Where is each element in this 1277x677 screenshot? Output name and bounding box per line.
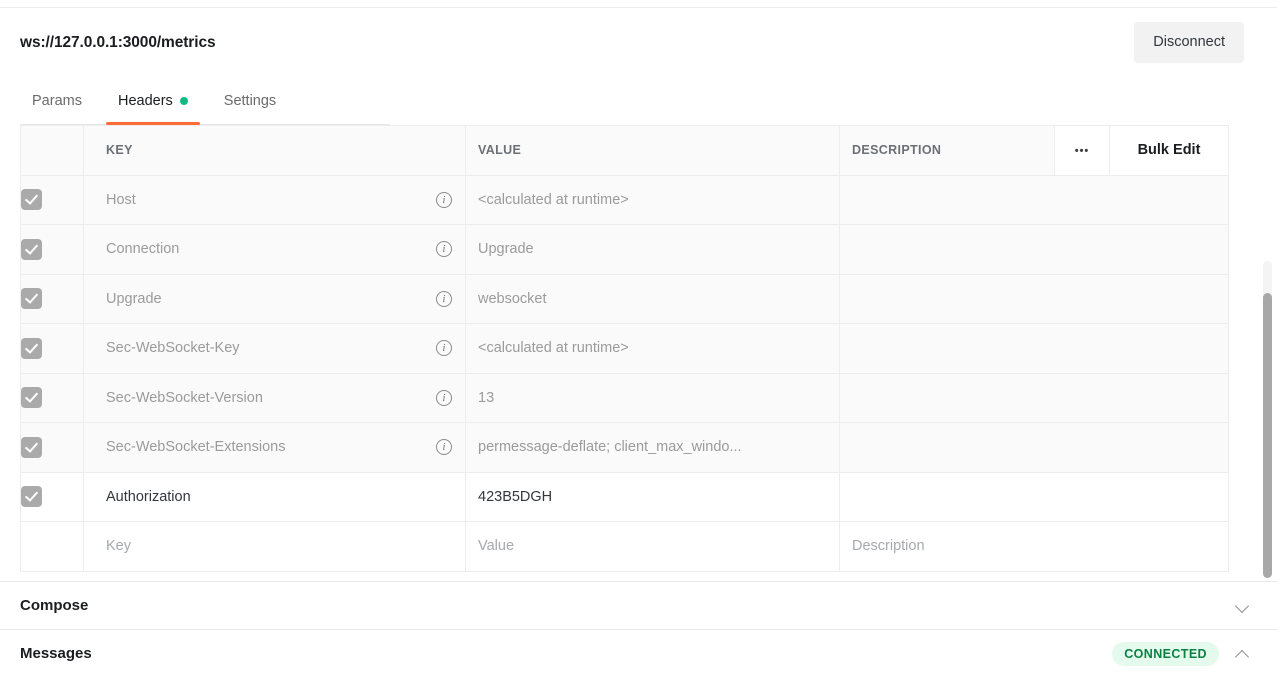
row-value-cell[interactable]: <calculated at runtime> bbox=[465, 323, 840, 374]
disconnect-button[interactable]: Disconnect bbox=[1134, 22, 1244, 63]
request-tabs: Params Headers Settings bbox=[0, 77, 1277, 125]
row-checkbox-cell[interactable] bbox=[20, 273, 84, 324]
row-key-text: Sec-WebSocket-Extensions bbox=[106, 439, 286, 456]
checkbox-checked-icon[interactable] bbox=[21, 486, 42, 508]
row-description-cell[interactable] bbox=[839, 224, 1229, 275]
row-key-text: Sec-WebSocket-Key bbox=[106, 340, 240, 357]
chevron-up-icon[interactable] bbox=[1235, 646, 1251, 662]
row-value-cell[interactable]: 423B5DGH bbox=[465, 471, 840, 522]
row-description-cell[interactable] bbox=[839, 471, 1229, 522]
tab-params[interactable]: Params bbox=[20, 77, 94, 125]
tab-headers[interactable]: Headers bbox=[105, 77, 200, 125]
tab-settings-label: Settings bbox=[223, 93, 277, 109]
info-icon[interactable]: i bbox=[436, 191, 452, 208]
header-value-col: VALUE bbox=[465, 125, 840, 176]
row-value-cell[interactable]: <calculated at runtime> bbox=[465, 174, 840, 225]
scrollbar-thumb[interactable] bbox=[1263, 293, 1272, 578]
checkbox-checked-icon[interactable] bbox=[21, 337, 42, 359]
compose-panel[interactable]: Compose bbox=[0, 581, 1277, 629]
tab-params-label: Params bbox=[32, 93, 82, 109]
messages-title: Messages bbox=[20, 645, 92, 662]
connection-status-badge: CONNECTED bbox=[1112, 641, 1219, 666]
table-row: Connection i Upgrade bbox=[20, 224, 1229, 275]
header-description-col: DESCRIPTION bbox=[839, 125, 1055, 176]
row-value-cell[interactable]: websocket bbox=[465, 273, 840, 324]
new-value-input[interactable]: Value bbox=[465, 521, 840, 572]
row-checkbox-cell[interactable] bbox=[20, 471, 84, 522]
top-divider bbox=[0, 0, 1277, 8]
table-row: Sec-WebSocket-Extensions i permessage-de… bbox=[20, 422, 1229, 473]
table-row: Upgrade i websocket bbox=[20, 273, 1229, 324]
tab-settings[interactable]: Settings bbox=[212, 77, 288, 125]
row-key-cell[interactable]: Sec-WebSocket-Key i bbox=[83, 323, 466, 374]
row-checkbox-cell[interactable] bbox=[20, 224, 84, 275]
checkbox-checked-icon[interactable] bbox=[21, 288, 42, 310]
row-key-cell[interactable]: Sec-WebSocket-Extensions i bbox=[83, 422, 466, 473]
headers-table-container: KEY VALUE DESCRIPTION ••• Bulk Edit Host… bbox=[0, 125, 1277, 581]
row-key-cell[interactable]: Upgrade i bbox=[83, 273, 466, 324]
row-key-cell[interactable]: Connection i bbox=[83, 224, 466, 275]
row-checkbox-cell[interactable] bbox=[20, 521, 84, 572]
ellipsis-icon: ••• bbox=[1074, 145, 1090, 158]
info-icon[interactable]: i bbox=[436, 439, 452, 456]
info-icon[interactable]: i bbox=[436, 241, 452, 258]
checkbox-checked-icon[interactable] bbox=[21, 387, 42, 409]
row-key-text: Authorization bbox=[106, 488, 191, 505]
info-icon[interactable]: i bbox=[436, 389, 452, 406]
row-checkbox-cell[interactable] bbox=[20, 422, 84, 473]
row-value-cell[interactable]: permessage-deflate; client_max_windo... bbox=[465, 422, 840, 473]
table-options-button[interactable]: ••• bbox=[1054, 125, 1110, 176]
row-key-cell[interactable]: Sec-WebSocket-Version i bbox=[83, 372, 466, 423]
checkbox-checked-icon[interactable] bbox=[21, 189, 42, 211]
row-description-cell[interactable] bbox=[839, 323, 1229, 374]
url-bar: ws://127.0.0.1:3000/metrics Disconnect bbox=[0, 8, 1277, 77]
row-description-cell[interactable] bbox=[839, 273, 1229, 324]
row-key-text: Upgrade bbox=[106, 290, 162, 307]
headers-table: KEY VALUE DESCRIPTION ••• Bulk Edit Host… bbox=[20, 125, 1229, 572]
table-row: Sec-WebSocket-Version i 13 bbox=[20, 372, 1229, 423]
table-row: Sec-WebSocket-Key i <calculated at runti… bbox=[20, 323, 1229, 374]
headers-table-head: KEY VALUE DESCRIPTION ••• Bulk Edit bbox=[20, 125, 1229, 176]
row-description-cell[interactable] bbox=[839, 372, 1229, 423]
info-icon[interactable]: i bbox=[436, 290, 452, 307]
table-row-new-entry: Key Value Description bbox=[20, 521, 1229, 572]
table-row-authorization: Authorization 423B5DGH bbox=[20, 471, 1229, 522]
row-checkbox-cell[interactable] bbox=[20, 323, 84, 374]
new-description-input[interactable]: Description bbox=[839, 521, 1229, 572]
compose-title: Compose bbox=[20, 597, 89, 614]
request-url[interactable]: ws://127.0.0.1:3000/metrics bbox=[20, 34, 216, 52]
row-key-text: Host bbox=[106, 191, 136, 208]
checkbox-checked-icon[interactable] bbox=[21, 436, 42, 458]
bulk-edit-button[interactable]: Bulk Edit bbox=[1109, 125, 1229, 176]
row-key-text: Connection bbox=[106, 241, 180, 258]
headers-table-body: Host i <calculated at runtime> Connectio… bbox=[20, 174, 1229, 572]
tab-headers-label: Headers bbox=[117, 93, 173, 109]
new-key-input[interactable]: Key bbox=[83, 521, 466, 572]
row-value-cell[interactable]: Upgrade bbox=[465, 224, 840, 275]
row-checkbox-cell[interactable] bbox=[20, 372, 84, 423]
websocket-request-pane: ws://127.0.0.1:3000/metrics Disconnect P… bbox=[0, 0, 1277, 677]
header-checkbox-col bbox=[20, 125, 84, 176]
row-description-cell[interactable] bbox=[839, 174, 1229, 225]
row-key-text: Sec-WebSocket-Version bbox=[106, 389, 263, 406]
table-row: Host i <calculated at runtime> bbox=[20, 174, 1229, 225]
row-description-cell[interactable] bbox=[839, 422, 1229, 473]
checkbox-checked-icon[interactable] bbox=[21, 238, 42, 260]
messages-panel[interactable]: Messages CONNECTED bbox=[0, 629, 1277, 677]
row-key-cell[interactable]: Host i bbox=[83, 174, 466, 225]
row-value-cell[interactable]: 13 bbox=[465, 372, 840, 423]
headers-modified-dot-icon bbox=[179, 97, 188, 105]
info-icon[interactable]: i bbox=[436, 340, 452, 357]
row-key-cell[interactable]: Authorization bbox=[83, 471, 466, 522]
vertical-scrollbar[interactable] bbox=[1263, 261, 1272, 578]
row-checkbox-cell[interactable] bbox=[20, 174, 84, 225]
table-header-row: KEY VALUE DESCRIPTION ••• Bulk Edit bbox=[20, 125, 1229, 176]
chevron-down-icon[interactable] bbox=[1235, 598, 1251, 614]
header-key-col: KEY bbox=[83, 125, 466, 176]
